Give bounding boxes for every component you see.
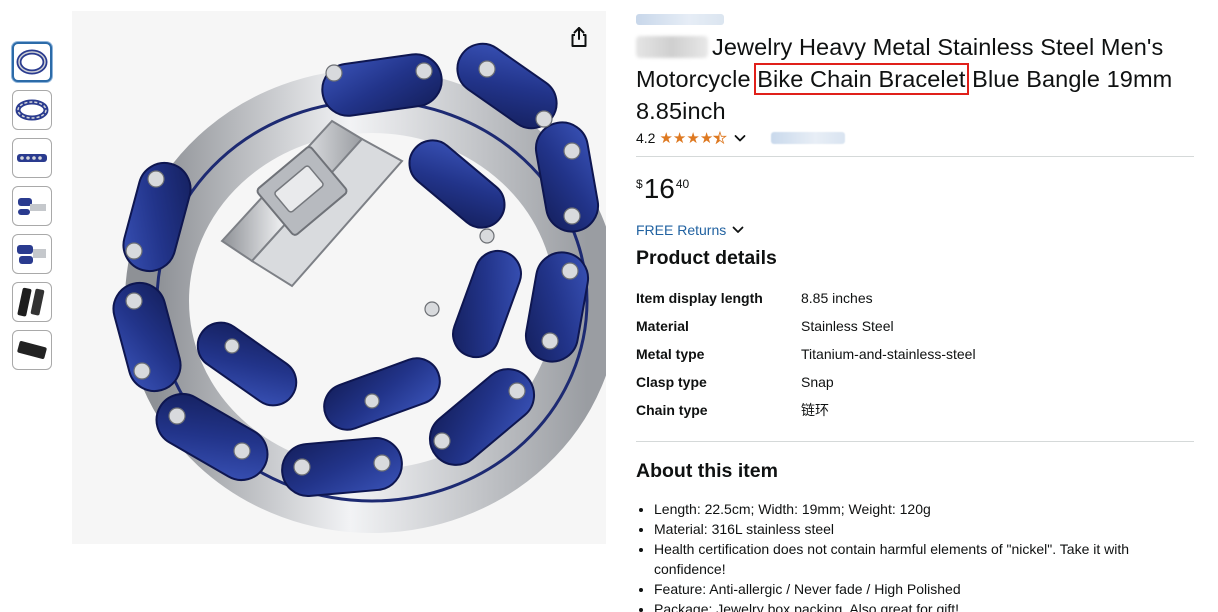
free-returns-link[interactable]: FREE Returns	[636, 221, 1194, 239]
detail-value: 链环	[801, 402, 829, 418]
detail-value: 8.85 inches	[801, 290, 873, 306]
thumbnail-5[interactable]	[12, 234, 52, 274]
price-symbol: $	[636, 177, 643, 191]
detail-key: Metal type	[636, 346, 705, 362]
thumbnail-4[interactable]	[12, 186, 52, 226]
thumbnail-7[interactable]	[12, 330, 52, 370]
table-row: Item display length 8.85 inches	[636, 284, 976, 312]
product-details-heading: Product details	[636, 247, 777, 269]
product-title: Jewelry Heavy Metal Stainless Steel Men'…	[636, 31, 1194, 127]
star-icon: ★	[713, 129, 727, 147]
detail-key: Material	[636, 318, 689, 334]
star-icon: ★	[672, 129, 687, 147]
price-whole: 16	[643, 173, 675, 204]
rating-value: 4.2	[636, 130, 656, 146]
product-details-table: Item display length 8.85 inches Material S…	[636, 284, 976, 424]
thumbnail-strip	[12, 42, 54, 378]
thumbnail-6[interactable]	[12, 282, 52, 322]
star-icon: ★	[659, 129, 673, 147]
list-item: Package: Jewelry box packing. Also great…	[654, 599, 1166, 612]
thumbnail-3[interactable]	[12, 138, 52, 178]
about-heading: About this item	[636, 460, 778, 482]
divider	[636, 156, 1194, 157]
thumbnail-2[interactable]	[12, 90, 52, 130]
detail-key: Item display length	[636, 290, 763, 306]
title-highlight: Bike Chain Bracelet	[754, 63, 969, 95]
price-fraction: 40	[675, 177, 690, 191]
bracelet-image	[112, 42, 606, 533]
list-item: Feature: Anti-allergic / Never fade / Hi…	[654, 579, 1166, 599]
about-bullets: Length: 22.5cm; Width: 19mm; Weight: 120…	[636, 499, 1166, 612]
brand-store-link[interactable]	[636, 14, 724, 25]
detail-key: Clasp type	[636, 374, 707, 390]
star-icon: ★	[686, 129, 700, 147]
price: $ 16 40	[636, 175, 1194, 205]
star-rating[interactable]: ★ ★ ★ ★ ★	[659, 129, 727, 147]
share-icon	[571, 27, 587, 47]
share-button[interactable]	[566, 23, 592, 51]
chevron-down-icon	[732, 226, 744, 233]
detail-value: Titanium-and-stainless-steel	[801, 346, 976, 362]
table-row: Clasp type Snap	[636, 368, 976, 396]
list-item: Material: 316L stainless steel	[654, 519, 1166, 539]
detail-value: Stainless Steel	[801, 318, 894, 334]
chevron-down-icon[interactable]	[733, 131, 747, 145]
star-icon: ★	[699, 129, 714, 147]
main-product-image[interactable]	[72, 11, 606, 544]
list-item: Length: 22.5cm; Width: 19mm; Weight: 120…	[654, 499, 1166, 519]
table-row: Material Stainless Steel	[636, 312, 976, 340]
table-row: Metal type Titanium-and-stainless-steel	[636, 340, 976, 368]
ratings-count-link[interactable]	[770, 132, 845, 144]
rating-row: 4.2 ★ ★ ★ ★ ★	[636, 129, 1194, 147]
divider	[636, 441, 1194, 442]
free-returns-label: FREE Returns	[636, 222, 727, 238]
thumbnail-1[interactable]	[12, 42, 52, 82]
brand-name-redacted	[636, 36, 708, 58]
product-info: Jewelry Heavy Metal Stainless Steel Men'…	[636, 10, 1194, 612]
detail-value: Snap	[801, 374, 834, 390]
detail-key: Chain type	[636, 402, 708, 418]
table-row: Chain type 链环	[636, 396, 976, 424]
list-item: Health certification does not contain ha…	[654, 539, 1166, 579]
